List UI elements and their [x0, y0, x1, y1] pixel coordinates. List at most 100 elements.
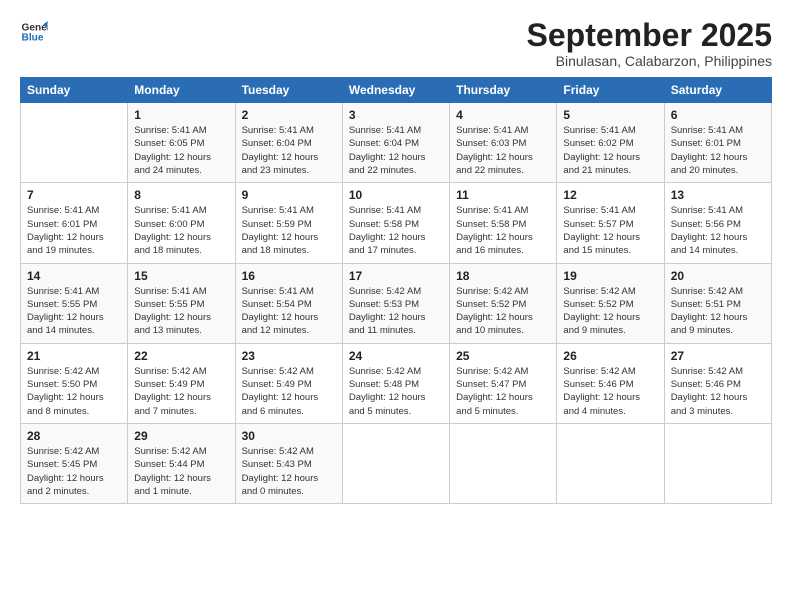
- day-cell: [664, 423, 771, 503]
- day-info: Sunrise: 5:41 AM Sunset: 5:55 PM Dayligh…: [134, 285, 228, 338]
- day-cell: 18 Sunrise: 5:42 AM Sunset: 5:52 PM Dayli…: [450, 263, 557, 343]
- day-info: Sunrise: 5:42 AM Sunset: 5:49 PM Dayligh…: [134, 365, 228, 418]
- day-number: 3: [349, 108, 443, 122]
- day-number: 1: [134, 108, 228, 122]
- day-info: Sunrise: 5:42 AM Sunset: 5:44 PM Dayligh…: [134, 445, 228, 498]
- day-cell: 2 Sunrise: 5:41 AM Sunset: 6:04 PM Daylig…: [235, 103, 342, 183]
- day-number: 26: [563, 349, 657, 363]
- day-info: Sunrise: 5:42 AM Sunset: 5:52 PM Dayligh…: [563, 285, 657, 338]
- day-info: Sunrise: 5:41 AM Sunset: 5:59 PM Dayligh…: [242, 204, 336, 257]
- day-cell: [557, 423, 664, 503]
- day-info: Sunrise: 5:41 AM Sunset: 6:02 PM Dayligh…: [563, 124, 657, 177]
- day-number: 17: [349, 269, 443, 283]
- day-number: 4: [456, 108, 550, 122]
- day-info: Sunrise: 5:41 AM Sunset: 6:04 PM Dayligh…: [242, 124, 336, 177]
- day-info: Sunrise: 5:42 AM Sunset: 5:49 PM Dayligh…: [242, 365, 336, 418]
- day-cell: 26 Sunrise: 5:42 AM Sunset: 5:46 PM Dayli…: [557, 343, 664, 423]
- day-cell: 24Sunrise: 5:42 AM Sunset: 5:48 PM Dayli…: [342, 343, 449, 423]
- day-number: 20: [671, 269, 765, 283]
- day-info: Sunrise: 5:42 AM Sunset: 5:43 PM Dayligh…: [242, 445, 336, 498]
- day-cell: 28 Sunrise: 5:42 AM Sunset: 5:45 PM Dayli…: [21, 423, 128, 503]
- day-number: 21: [27, 349, 121, 363]
- week-row-2: 7 Sunrise: 5:41 AM Sunset: 6:01 PM Daylig…: [21, 183, 772, 263]
- page: General Blue September 2025 Binulasan, C…: [0, 0, 792, 612]
- day-info: Sunrise: 5:41 AM Sunset: 6:01 PM Dayligh…: [27, 204, 121, 257]
- header: General Blue September 2025 Binulasan, C…: [20, 18, 772, 69]
- day-info: Sunrise: 5:41 AM Sunset: 6:05 PM Dayligh…: [134, 124, 228, 177]
- day-number: 29: [134, 429, 228, 443]
- logo: General Blue: [20, 18, 50, 46]
- day-cell: 7 Sunrise: 5:41 AM Sunset: 6:01 PM Daylig…: [21, 183, 128, 263]
- day-number: 24: [349, 349, 443, 363]
- week-row-4: 21 Sunrise: 5:42 AM Sunset: 5:50 PM Dayli…: [21, 343, 772, 423]
- day-number: 12: [563, 188, 657, 202]
- day-number: 18: [456, 269, 550, 283]
- day-number: 7: [27, 188, 121, 202]
- day-info: Sunrise: 5:42 AM Sunset: 5:52 PM Dayligh…: [456, 285, 550, 338]
- col-wednesday: Wednesday: [342, 78, 449, 103]
- col-saturday: Saturday: [664, 78, 771, 103]
- day-cell: 11Sunrise: 5:41 AM Sunset: 5:58 PM Dayli…: [450, 183, 557, 263]
- day-cell: 9 Sunrise: 5:41 AM Sunset: 5:59 PM Daylig…: [235, 183, 342, 263]
- day-number: 25: [456, 349, 550, 363]
- day-number: 11: [456, 188, 550, 202]
- title-area: September 2025 Binulasan, Calabarzon, Ph…: [527, 18, 772, 69]
- day-number: 13: [671, 188, 765, 202]
- day-info: Sunrise: 5:41 AM Sunset: 5:56 PM Dayligh…: [671, 204, 765, 257]
- day-number: 16: [242, 269, 336, 283]
- day-cell: 6 Sunrise: 5:41 AM Sunset: 6:01 PM Daylig…: [664, 103, 771, 183]
- day-cell: 1 Sunrise: 5:41 AM Sunset: 6:05 PM Daylig…: [128, 103, 235, 183]
- col-friday: Friday: [557, 78, 664, 103]
- day-cell: 16Sunrise: 5:41 AM Sunset: 5:54 PM Dayli…: [235, 263, 342, 343]
- col-monday: Monday: [128, 78, 235, 103]
- day-info: Sunrise: 5:42 AM Sunset: 5:46 PM Dayligh…: [671, 365, 765, 418]
- day-info: Sunrise: 5:42 AM Sunset: 5:46 PM Dayligh…: [563, 365, 657, 418]
- day-info: Sunrise: 5:42 AM Sunset: 5:50 PM Dayligh…: [27, 365, 121, 418]
- day-number: 10: [349, 188, 443, 202]
- day-info: Sunrise: 5:41 AM Sunset: 5:57 PM Dayligh…: [563, 204, 657, 257]
- week-row-3: 14 Sunrise: 5:41 AM Sunset: 5:55 PM Dayli…: [21, 263, 772, 343]
- day-number: 9: [242, 188, 336, 202]
- day-number: 2: [242, 108, 336, 122]
- day-cell: 3 Sunrise: 5:41 AM Sunset: 6:04 PM Daylig…: [342, 103, 449, 183]
- day-cell: 17 Sunrise: 5:42 AM Sunset: 5:53 PM Dayli…: [342, 263, 449, 343]
- day-info: Sunrise: 5:42 AM Sunset: 5:47 PM Dayligh…: [456, 365, 550, 418]
- header-row: Sunday Monday Tuesday Wednesday Thursday…: [21, 78, 772, 103]
- day-cell: 13 Sunrise: 5:41 AM Sunset: 5:56 PM Dayli…: [664, 183, 771, 263]
- col-thursday: Thursday: [450, 78, 557, 103]
- week-row-1: 1 Sunrise: 5:41 AM Sunset: 6:05 PM Daylig…: [21, 103, 772, 183]
- month-title: September 2025: [527, 18, 772, 53]
- day-cell: [450, 423, 557, 503]
- day-cell: 12 Sunrise: 5:41 AM Sunset: 5:57 PM Dayli…: [557, 183, 664, 263]
- day-number: 22: [134, 349, 228, 363]
- day-cell: 23 Sunrise: 5:42 AM Sunset: 5:49 PM Dayli…: [235, 343, 342, 423]
- day-number: 28: [27, 429, 121, 443]
- day-cell: 4Sunrise: 5:41 AM Sunset: 6:03 PM Daylig…: [450, 103, 557, 183]
- day-cell: [21, 103, 128, 183]
- logo-icon: General Blue: [20, 18, 48, 46]
- day-cell: 27 Sunrise: 5:42 AM Sunset: 5:46 PM Dayli…: [664, 343, 771, 423]
- day-cell: 21 Sunrise: 5:42 AM Sunset: 5:50 PM Dayli…: [21, 343, 128, 423]
- day-info: Sunrise: 5:41 AM Sunset: 5:55 PM Dayligh…: [27, 285, 121, 338]
- day-cell: 15Sunrise: 5:41 AM Sunset: 5:55 PM Dayli…: [128, 263, 235, 343]
- day-number: 23: [242, 349, 336, 363]
- day-cell: 10 Sunrise: 5:41 AM Sunset: 5:58 PM Dayli…: [342, 183, 449, 263]
- day-info: Sunrise: 5:41 AM Sunset: 6:01 PM Dayligh…: [671, 124, 765, 177]
- day-cell: 14 Sunrise: 5:41 AM Sunset: 5:55 PM Dayli…: [21, 263, 128, 343]
- day-cell: 5Sunrise: 5:41 AM Sunset: 6:02 PM Daylig…: [557, 103, 664, 183]
- day-info: Sunrise: 5:42 AM Sunset: 5:53 PM Dayligh…: [349, 285, 443, 338]
- day-cell: [342, 423, 449, 503]
- day-cell: 20 Sunrise: 5:42 AM Sunset: 5:51 PM Dayli…: [664, 263, 771, 343]
- day-info: Sunrise: 5:42 AM Sunset: 5:51 PM Dayligh…: [671, 285, 765, 338]
- day-cell: 29 Sunrise: 5:42 AM Sunset: 5:44 PM Dayli…: [128, 423, 235, 503]
- day-info: Sunrise: 5:41 AM Sunset: 5:58 PM Dayligh…: [349, 204, 443, 257]
- day-cell: 8Sunrise: 5:41 AM Sunset: 6:00 PM Daylig…: [128, 183, 235, 263]
- day-number: 27: [671, 349, 765, 363]
- day-info: Sunrise: 5:41 AM Sunset: 6:04 PM Dayligh…: [349, 124, 443, 177]
- day-number: 14: [27, 269, 121, 283]
- day-number: 8: [134, 188, 228, 202]
- day-number: 6: [671, 108, 765, 122]
- day-cell: 22 Sunrise: 5:42 AM Sunset: 5:49 PM Dayli…: [128, 343, 235, 423]
- day-info: Sunrise: 5:42 AM Sunset: 5:45 PM Dayligh…: [27, 445, 121, 498]
- day-cell: 30Sunrise: 5:42 AM Sunset: 5:43 PM Dayli…: [235, 423, 342, 503]
